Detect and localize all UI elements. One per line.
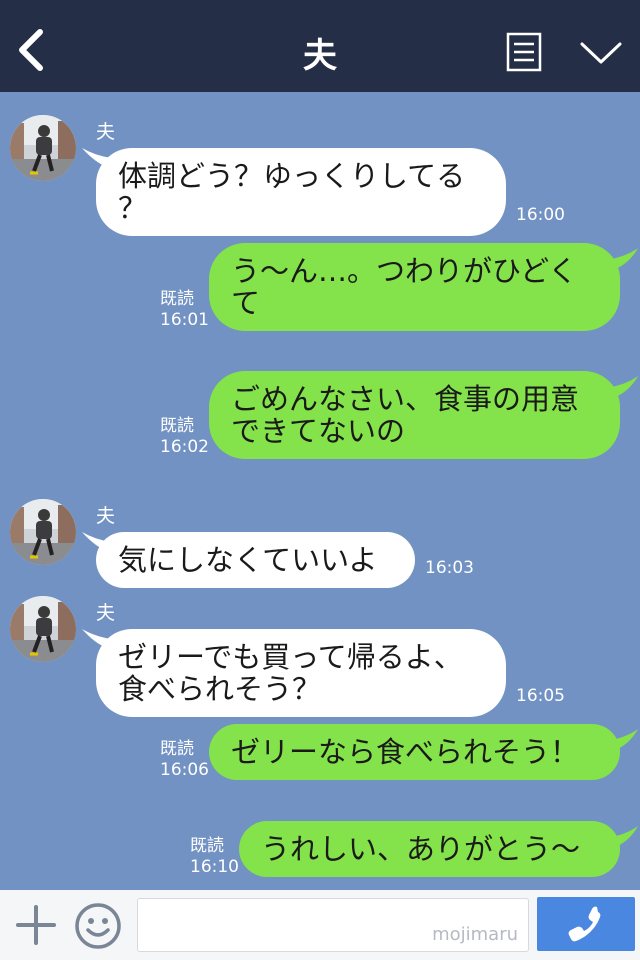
message-time: 16:01 <box>160 310 209 330</box>
collapse-button[interactable] <box>578 36 624 70</box>
phone-icon <box>568 906 601 942</box>
message-line: ゼリーでも買って帰るよ、 <box>118 640 463 674</box>
read-label: 既読 <box>160 416 194 436</box>
menu-list-icon <box>506 32 542 72</box>
read-receipt: 既読 16:10 <box>190 836 239 878</box>
message-line: 食べられそう？ <box>118 672 322 706</box>
avatar-photo <box>10 596 76 662</box>
message-bubble[interactable]: ゼリーなら食べられそう！ <box>209 724 620 780</box>
avatar-photo <box>10 499 76 565</box>
bubble-tail <box>604 729 638 753</box>
message-time: 16:05 <box>516 686 565 706</box>
chevron-left-icon <box>19 29 43 71</box>
message-time: 16:06 <box>160 760 209 780</box>
sender-name: 夫 <box>96 602 116 624</box>
call-button[interactable] <box>537 897 635 951</box>
message-bubble[interactable]: 気にしなくていいよ <box>96 532 415 588</box>
message-input[interactable]: mojimaru <box>137 898 529 952</box>
message-line: 気にしなくていいよ <box>118 543 378 577</box>
avatar-photo <box>10 115 76 181</box>
message-bubble[interactable]: ごめんなさい、食事の用意 できてないの <box>209 371 620 459</box>
chat-header: 夫 <box>0 0 640 92</box>
message-line: ？ <box>118 191 148 225</box>
message-line: ゼリーなら食べられそう！ <box>231 735 580 769</box>
plus-icon <box>16 905 56 945</box>
message-time: 16:03 <box>425 558 474 578</box>
read-receipt: 既読 16:01 <box>160 289 209 331</box>
chat-title: 夫 <box>303 36 337 76</box>
sender-name: 夫 <box>96 505 116 527</box>
bubble-tail <box>604 248 638 272</box>
back-button[interactable] <box>14 28 50 72</box>
message-bubble[interactable]: う〜ん…。つわりがひどく て <box>209 243 620 331</box>
message-bubble[interactable]: 体調どう？ゆっくりしてる ？ <box>96 148 506 236</box>
read-label: 既読 <box>160 289 194 309</box>
bubble-tail <box>604 826 638 850</box>
message-bubble[interactable]: ゼリーでも買って帰るよ、 食べられそう？ <box>96 629 506 717</box>
sticker-button[interactable] <box>74 902 122 950</box>
message-line: できてないの <box>231 414 406 448</box>
menu-button[interactable] <box>506 32 542 72</box>
read-label: 既読 <box>160 739 194 759</box>
message-bubble[interactable]: うれしい、ありがとう〜 <box>239 821 620 877</box>
chat-area[interactable]: 夫 体調どう？ゆっくりしてる ？ 16:00 既読 16:01 う〜ん…。つわり… <box>0 92 640 890</box>
avatar[interactable] <box>10 499 76 565</box>
read-label: 既読 <box>190 836 224 856</box>
watermark-text: mojimaru <box>432 924 518 945</box>
avatar[interactable] <box>10 596 76 662</box>
smiley-icon <box>75 903 121 949</box>
chevron-down-icon <box>580 42 622 64</box>
avatar[interactable] <box>10 115 76 181</box>
message-line: う〜ん…。つわりがひどく <box>231 254 578 288</box>
sender-name: 夫 <box>96 121 116 143</box>
read-receipt: 既読 16:02 <box>160 416 209 458</box>
message-time: 16:00 <box>516 205 565 225</box>
message-line: うれしい、ありがとう〜 <box>261 832 581 866</box>
message-line: て <box>231 286 261 320</box>
message-time: 16:10 <box>190 857 239 877</box>
message-line: ごめんなさい、食事の用意 <box>231 382 580 416</box>
message-line: 体調どう？ゆっくりしてる <box>118 159 466 193</box>
attach-button[interactable] <box>14 903 58 947</box>
message-time: 16:02 <box>160 437 209 457</box>
read-receipt: 既読 16:06 <box>160 739 209 781</box>
bubble-tail <box>604 376 638 400</box>
